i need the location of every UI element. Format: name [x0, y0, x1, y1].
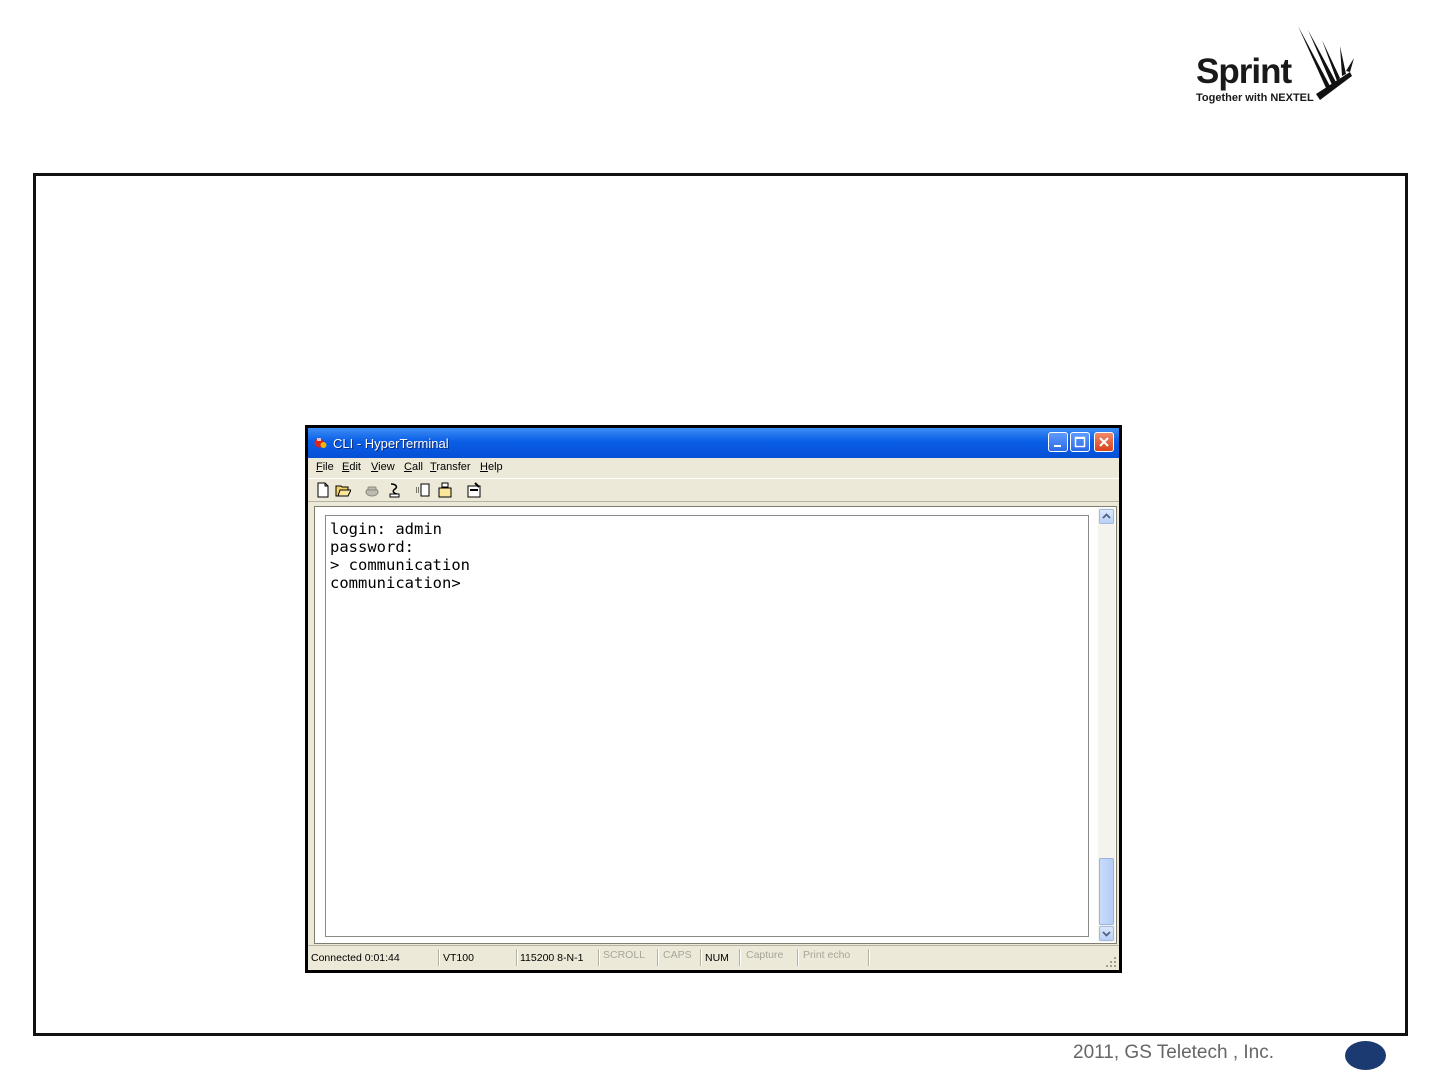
status-capture: Capture: [746, 949, 784, 961]
properties-icon[interactable]: [466, 482, 482, 498]
menu-help-mnemonic: H: [480, 461, 488, 473]
minimize-button[interactable]: [1048, 432, 1068, 452]
hyperterminal-window: CLI - HyperTerminal File Edit View Call …: [305, 425, 1122, 973]
open-icon[interactable]: [335, 482, 351, 498]
logo-tagline: Together with NEXTEL: [1196, 92, 1314, 104]
page-number-badge: [1345, 1041, 1386, 1070]
vertical-scrollbar[interactable]: [1098, 508, 1115, 942]
terminal-area: login: admin password: > communication c…: [314, 506, 1117, 944]
toolbar: [308, 478, 1119, 502]
scroll-thumb[interactable]: [1099, 858, 1114, 925]
status-divider: [657, 949, 659, 966]
minimize-icon: [1054, 445, 1061, 447]
connect-icon[interactable]: [387, 482, 403, 498]
status-emulation: VT100: [443, 952, 474, 964]
logo-wordmark: Sprint: [1196, 52, 1292, 91]
hyperterminal-app-icon[interactable]: [314, 436, 328, 450]
menu-view-label: iew: [378, 461, 395, 473]
status-divider: [438, 949, 440, 966]
status-divider: [516, 949, 518, 966]
footer-copyright: 2011, GS Teletech , Inc.: [1073, 1042, 1275, 1063]
terminal-line-command: > communication: [330, 556, 470, 574]
terminal-screen[interactable]: login: admin password: > communication c…: [325, 515, 1089, 937]
menu-help[interactable]: Help: [480, 461, 503, 473]
terminal-line-password: password:: [330, 538, 414, 556]
menu-transfer-label: ransfer: [436, 461, 471, 473]
terminal-line-login: login: admin: [330, 520, 442, 538]
menu-bar: File Edit View Call Transfer Help: [308, 458, 1119, 478]
status-port-settings: 115200 8-N-1: [520, 952, 584, 964]
window-title: CLI - HyperTerminal: [333, 436, 449, 451]
menu-call-mnemonic: C: [404, 461, 412, 473]
maximize-button[interactable]: [1070, 432, 1090, 452]
status-scroll: SCROLL: [603, 949, 646, 961]
menu-call[interactable]: Call: [404, 461, 423, 473]
menu-edit-label: dit: [349, 461, 361, 473]
sprint-logo: Sprint Together with NEXTEL: [1190, 24, 1360, 108]
status-bar: Connected 0:01:44 VT100 115200 8-N-1 SCR…: [308, 945, 1119, 970]
status-caps: CAPS: [663, 949, 692, 961]
close-icon: [1099, 437, 1109, 447]
menu-transfer[interactable]: Transfer: [430, 461, 471, 473]
menu-call-label: all: [411, 461, 423, 473]
chevron-up-icon: [1102, 513, 1111, 519]
status-divider: [797, 949, 799, 966]
title-bar[interactable]: CLI - HyperTerminal: [308, 428, 1119, 458]
status-num: NUM: [705, 952, 729, 964]
new-icon[interactable]: [315, 482, 331, 498]
resize-grip-icon[interactable]: [1105, 956, 1117, 968]
menu-file-mnemonic: F: [316, 461, 323, 473]
close-button[interactable]: [1094, 432, 1114, 452]
menu-edit[interactable]: Edit: [342, 461, 361, 473]
status-divider: [598, 949, 600, 966]
status-connected: Connected 0:01:44: [311, 952, 400, 964]
status-divider: [700, 949, 702, 966]
menu-view[interactable]: View: [371, 461, 395, 473]
status-divider: [868, 949, 870, 966]
receive-icon[interactable]: [437, 482, 453, 498]
scroll-down-button[interactable]: [1099, 926, 1114, 941]
scroll-up-button[interactable]: [1099, 509, 1114, 524]
menu-help-label: elp: [487, 461, 503, 473]
terminal-line-prompt: communication>: [330, 574, 461, 592]
send-icon[interactable]: [415, 482, 431, 498]
menu-file[interactable]: File: [316, 461, 334, 473]
status-print-echo: Print echo: [803, 949, 851, 961]
maximize-icon: [1074, 436, 1086, 448]
chevron-down-icon: [1102, 931, 1111, 937]
status-divider: [739, 949, 741, 966]
disconnect-icon[interactable]: [364, 482, 380, 498]
menu-file-label: ile: [322, 461, 334, 473]
